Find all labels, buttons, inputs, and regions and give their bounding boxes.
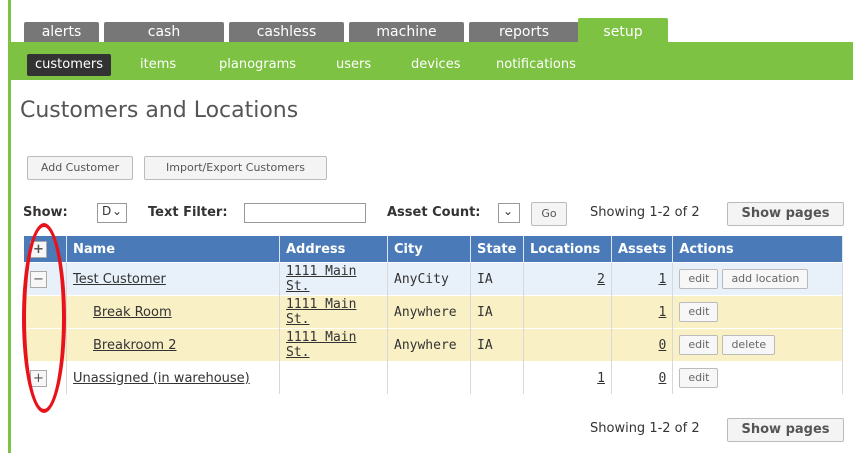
row-locations-link[interactable]: 1 <box>597 371 605 386</box>
state-cell: IA <box>470 295 524 329</box>
table-row: + Unassigned (in warehouse) 1 0 edit <box>24 361 843 394</box>
name-cell: Unassigned (in warehouse) <box>66 361 280 394</box>
address-cell: 1111 Main St. <box>279 262 388 296</box>
row-name-link[interactable]: Break Room <box>73 305 172 320</box>
assets-cell: 0 <box>611 361 674 394</box>
col-address[interactable]: Address <box>279 236 388 263</box>
highlight-circle <box>22 223 66 413</box>
text-filter-input[interactable] <box>244 203 366 223</box>
row-state: IA <box>477 304 493 320</box>
state-cell: IA <box>470 328 524 362</box>
add-location-button[interactable]: add location <box>722 269 809 289</box>
subtab-planograms[interactable]: planograms <box>211 54 304 76</box>
show-select[interactable]: D ⌄ <box>97 203 127 223</box>
tab-cashless[interactable]: cashless <box>229 22 344 42</box>
row-city: Anywhere <box>394 337 457 353</box>
subtab-notifications[interactable]: notifications <box>488 54 584 76</box>
import-export-button[interactable]: Import/Export Customers <box>144 156 327 180</box>
actions-cell: edit <box>672 295 843 329</box>
col-assets[interactable]: Assets <box>611 236 674 263</box>
city-cell: AnyCity <box>387 262 471 296</box>
name-cell: Break Room <box>66 295 280 329</box>
edit-button[interactable]: edit <box>679 335 719 355</box>
showing-top: Showing 1-2 of 2 <box>590 205 700 220</box>
row-assets-link[interactable]: 1 <box>658 305 666 320</box>
tab-cash[interactable]: cash <box>104 22 224 42</box>
row-state: IA <box>477 271 493 287</box>
assets-cell: 0 <box>611 328 674 362</box>
locations-cell <box>523 328 612 362</box>
edit-button[interactable]: edit <box>679 269 719 289</box>
row-city: AnyCity <box>394 271 449 287</box>
actions-cell: edit <box>672 361 843 394</box>
row-address-link[interactable]: 1111 Main St. <box>286 264 356 294</box>
row-assets-link[interactable]: 0 <box>658 338 666 353</box>
tab-reports[interactable]: reports <box>469 22 579 42</box>
row-name-link[interactable]: Unassigned (in warehouse) <box>73 371 250 386</box>
row-address-link[interactable]: 1111 Main St. <box>286 330 356 360</box>
col-actions: Actions <box>672 236 843 263</box>
locations-cell: 1 <box>523 361 612 394</box>
chevron-down-icon: ⌄ <box>111 204 122 218</box>
row-name-link[interactable]: Breakroom 2 <box>73 338 177 353</box>
tab-machine[interactable]: machine <box>349 22 464 42</box>
col-locations[interactable]: Locations <box>523 236 612 263</box>
edit-button[interactable]: edit <box>679 368 719 388</box>
table-row: − Test Customer 1111 Main St. AnyCity IA 2 1 ed… <box>24 262 843 296</box>
col-city[interactable]: City <box>387 236 471 263</box>
showing-bottom: Showing 1-2 of 2 <box>590 421 700 436</box>
go-button[interactable]: Go <box>531 202 567 226</box>
col-name[interactable]: Name <box>66 236 280 263</box>
customers-table: + Name Address City State Locations Asse… <box>24 236 843 394</box>
state-cell <box>470 361 524 394</box>
chevron-down-icon: ⌄ <box>503 204 514 218</box>
asset-count-label: Asset Count: <box>387 205 481 220</box>
row-state: IA <box>477 337 493 353</box>
subtab-items[interactable]: items <box>132 54 184 76</box>
show-pages-button-bottom[interactable]: Show pages <box>727 418 844 442</box>
edit-button[interactable]: edit <box>679 302 719 322</box>
address-cell: 1111 Main St. <box>279 295 388 329</box>
actions-cell: edit delete <box>672 328 843 362</box>
table-row: Breakroom 2 1111 Main St. Anywhere IA 0 edit d… <box>24 328 843 362</box>
name-cell: Breakroom 2 <box>66 328 280 362</box>
filters-bar: Show: <box>23 205 68 220</box>
subtab-devices[interactable]: devices <box>403 54 468 76</box>
text-filter-label: Text Filter: <box>148 205 228 220</box>
row-name-link[interactable]: Test Customer <box>73 272 166 287</box>
table-header-row: + Name Address City State Locations Asse… <box>24 236 843 263</box>
city-cell: Anywhere <box>387 295 471 329</box>
show-label: Show: <box>23 205 68 220</box>
table-row: Break Room 1111 Main St. Anywhere IA 1 edit <box>24 295 843 329</box>
city-cell: Anywhere <box>387 328 471 362</box>
state-cell: IA <box>470 262 524 296</box>
row-assets-link[interactable]: 0 <box>658 371 666 386</box>
show-pages-button-top[interactable]: Show pages <box>727 202 844 226</box>
subtab-customers[interactable]: customers <box>27 54 111 76</box>
tab-setup[interactable]: setup <box>578 18 668 42</box>
assets-cell: 1 <box>611 262 674 296</box>
row-assets-link[interactable]: 1 <box>658 272 666 287</box>
actions-cell: edit add location <box>672 262 843 296</box>
delete-button[interactable]: delete <box>722 335 776 355</box>
name-cell: Test Customer <box>66 262 280 296</box>
subtab-users[interactable]: users <box>328 54 379 76</box>
row-locations-link[interactable]: 2 <box>597 272 605 287</box>
main-tabs: alerts cash cashless machine reports set… <box>11 18 853 42</box>
address-cell <box>279 361 388 394</box>
address-cell: 1111 Main St. <box>279 328 388 362</box>
locations-cell: 2 <box>523 262 612 296</box>
row-city: Anywhere <box>394 304 457 320</box>
assets-cell: 1 <box>611 295 674 329</box>
row-address-link[interactable]: 1111 Main St. <box>286 297 356 327</box>
asset-count-select[interactable]: ⌄ <box>498 203 520 223</box>
city-cell <box>387 361 471 394</box>
sub-navigation: customers items planograms users devices… <box>11 42 853 80</box>
col-state[interactable]: State <box>470 236 524 263</box>
add-customer-button[interactable]: Add Customer <box>27 156 133 180</box>
locations-cell <box>523 295 612 329</box>
tab-alerts[interactable]: alerts <box>24 22 99 42</box>
page-title: Customers and Locations <box>20 98 299 123</box>
